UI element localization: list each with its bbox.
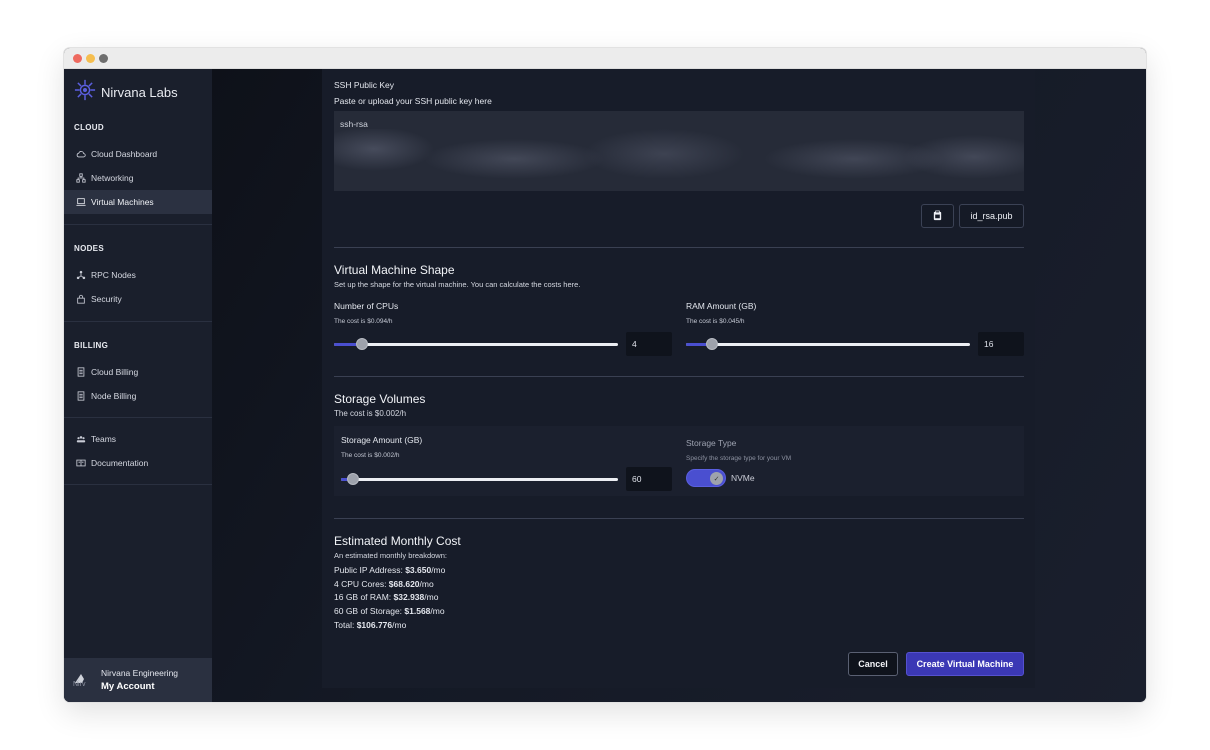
nvme-toggle[interactable]: ✓ — [686, 469, 726, 487]
cpu-cost: The cost is $0.094/h — [334, 318, 393, 325]
clipboard-icon — [932, 210, 943, 223]
cpu-slider-handle[interactable] — [356, 338, 369, 350]
sidebar-divider — [64, 484, 212, 485]
section-title-cloud: CLOUD — [74, 123, 104, 132]
ssh-key-title: SSH Public Key — [334, 80, 394, 90]
section-divider — [334, 376, 1024, 377]
ram-amount-input[interactable]: 16 — [978, 332, 1024, 356]
window-titlebar — [64, 48, 1146, 69]
vm-shape-title: Virtual Machine Shape — [334, 263, 455, 277]
account-org-name: Nirvana Engineering — [101, 668, 179, 678]
main-content: SSH Public Key Paste or upload your SSH … — [212, 69, 1146, 702]
sidebar-item-node-billing[interactable]: Node Billing — [64, 384, 212, 408]
estimate-line-cpu: 4 CPU Cores: $68.620/mo — [334, 579, 434, 589]
ssh-key-subtitle: Paste or upload your SSH public key here — [334, 96, 492, 106]
network-icon — [76, 173, 86, 183]
sidebar-item-networking[interactable]: Networking — [64, 166, 212, 190]
ram-label: RAM Amount (GB) — [686, 301, 757, 311]
sidebar-item-label: Node Billing — [91, 391, 137, 401]
storage-volume-card: Storage Amount (GB) The cost is $0.002/h… — [334, 426, 1024, 496]
sidebar-item-label: Teams — [91, 434, 117, 444]
nirvana-logo-icon — [74, 79, 96, 106]
storage-slider[interactable] — [341, 473, 618, 485]
estimate-line-ram: 16 GB of RAM: $32.938/mo — [334, 592, 439, 602]
sidebar-item-cloud-dashboard[interactable]: Cloud Dashboard — [64, 142, 212, 166]
upload-ssh-file-button[interactable]: id_rsa.pub — [959, 204, 1024, 228]
section-divider — [334, 247, 1024, 248]
section-divider — [334, 518, 1024, 519]
my-account-link[interactable]: My Account — [101, 681, 154, 692]
create-vm-button[interactable]: Create Virtual Machine — [906, 652, 1024, 676]
storage-cost: The cost is $0.002/h — [334, 409, 407, 418]
vm-shape-subtitle: Set up the shape for the virtual machine… — [334, 280, 581, 289]
cpu-label: Number of CPUs — [334, 301, 399, 311]
storage-amount-cost: The cost is $0.002/h — [341, 452, 400, 459]
avatar: Nirv — [73, 671, 91, 689]
sidebar-item-virtual-machines[interactable]: Virtual Machines — [64, 190, 212, 214]
storage-amount-label: Storage Amount (GB) — [341, 435, 423, 445]
estimate-line-total: Total: $106.776/mo — [334, 620, 407, 630]
storage-amount-input[interactable]: 60 — [626, 467, 672, 491]
receipt-icon — [76, 367, 86, 377]
ssh-key-redacted-content — [334, 129, 1024, 191]
sidebar-item-label: Cloud Dashboard — [91, 149, 158, 159]
storage-title: Storage Volumes — [334, 392, 426, 406]
brand[interactable]: Nirvana Labs — [74, 79, 178, 106]
create-vm-form: SSH Public Key Paste or upload your SSH … — [322, 69, 1035, 688]
sidebar-item-security[interactable]: Security — [64, 287, 212, 311]
cpu-slider[interactable] — [334, 338, 618, 350]
sidebar-item-label: Networking — [91, 173, 134, 183]
sidebar-item-label: Security — [91, 294, 122, 304]
sidebar-item-rpc-nodes[interactable]: RPC Nodes — [64, 263, 212, 287]
sidebar-item-cloud-billing[interactable]: Cloud Billing — [64, 360, 212, 384]
estimate-line-public-ip: Public IP Address: $3.650/mo — [334, 565, 446, 575]
sidebar-item-label: Cloud Billing — [91, 367, 139, 377]
storage-type-hint: Specify the storage type for your VM — [686, 455, 792, 462]
sidebar-item-documentation[interactable]: Documentation — [64, 451, 212, 475]
cpu-count-input[interactable]: 4 — [626, 332, 672, 356]
cancel-button[interactable]: Cancel — [848, 652, 898, 676]
cloud-icon — [76, 149, 86, 159]
sidebar: Nirvana Labs CLOUD Cloud Dashboard Netwo… — [64, 69, 212, 702]
ram-slider[interactable] — [686, 338, 970, 350]
ssh-key-textarea[interactable]: ssh-rsa — [334, 111, 1024, 191]
lock-icon — [76, 294, 86, 304]
account-menu[interactable]: Nirv Nirvana Engineering My Account — [64, 658, 212, 702]
ssh-key-value: ssh-rsa — [340, 119, 368, 129]
sidebar-item-label: Virtual Machines — [91, 197, 154, 207]
estimate-line-storage: 60 GB of Storage: $1.568/mo — [334, 606, 445, 616]
close-window-button[interactable] — [73, 54, 82, 63]
storage-slider-handle[interactable] — [347, 473, 359, 485]
sidebar-item-teams[interactable]: Teams — [64, 427, 212, 451]
sidebar-item-label: Documentation — [91, 458, 149, 468]
estimate-title: Estimated Monthly Cost — [334, 534, 461, 548]
checkmark-icon: ✓ — [710, 472, 723, 485]
estimate-subtitle: An estimated monthly breakdown: — [334, 551, 447, 560]
avatar-alt-text: Nirv — [73, 681, 86, 688]
nodes-icon — [76, 270, 86, 280]
sidebar-item-label: RPC Nodes — [91, 270, 136, 280]
section-title-billing: BILLING — [74, 341, 109, 350]
laptop-icon — [76, 197, 86, 207]
sidebar-divider — [64, 321, 212, 322]
team-icon — [76, 434, 86, 444]
paste-clipboard-button[interactable] — [921, 204, 954, 228]
book-icon — [76, 458, 86, 468]
app-window: Nirvana Labs CLOUD Cloud Dashboard Netwo… — [64, 48, 1146, 702]
brand-name: Nirvana Labs — [101, 84, 178, 100]
sidebar-divider — [64, 417, 212, 418]
sidebar-divider — [64, 224, 212, 225]
ram-cost: The cost is $0.045/h — [686, 318, 745, 325]
zoom-window-button[interactable] — [99, 54, 108, 63]
minimize-window-button[interactable] — [86, 54, 95, 63]
section-title-nodes: NODES — [74, 244, 104, 253]
storage-type-label: Storage Type — [686, 438, 737, 448]
ram-slider-handle[interactable] — [705, 338, 718, 350]
storage-type-value: NVMe — [731, 473, 755, 483]
receipt-icon — [76, 391, 86, 401]
